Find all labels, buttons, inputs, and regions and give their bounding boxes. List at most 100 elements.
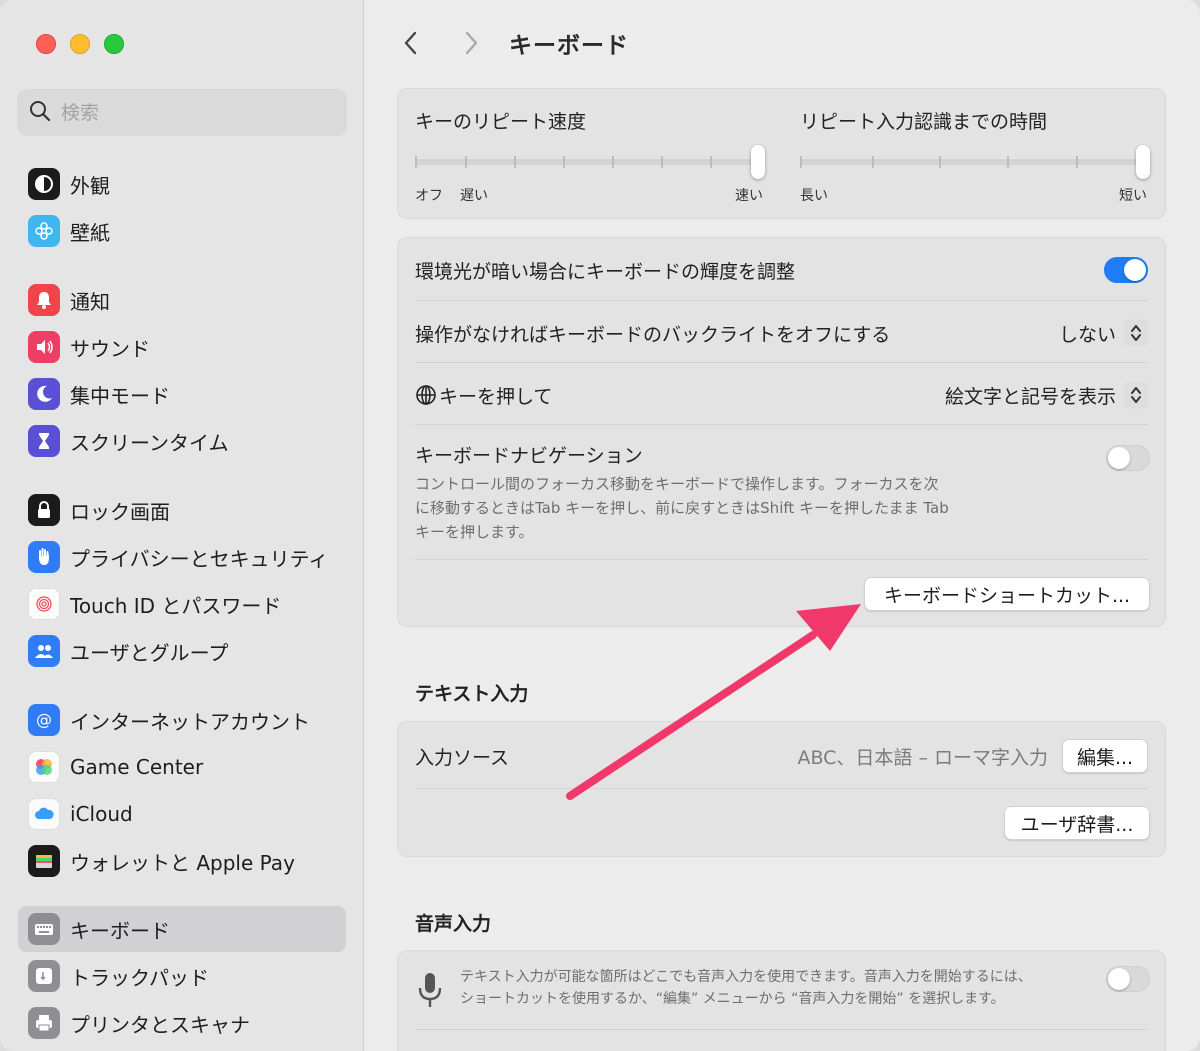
sidebar-item-printers[interactable]: プリンタとスキャナ: [18, 1000, 346, 1046]
slider-tick: [465, 156, 467, 168]
slider-tick: [1007, 156, 1009, 168]
slider-tick: [514, 156, 516, 168]
sidebar-item-trackpad[interactable]: トラックパッド: [18, 953, 346, 999]
globe-key-label: キーを押して: [439, 385, 553, 408]
globe-key-label-group: キーを押して: [415, 382, 552, 409]
keyboard-icon: [28, 913, 60, 945]
repeat-delay-slider[interactable]: [800, 145, 1150, 185]
sidebar-item-label: サウンド: [70, 336, 150, 361]
brightness-toggle[interactable]: [1104, 257, 1148, 283]
speaker-icon: [28, 331, 60, 363]
search-icon: [29, 100, 51, 126]
edit-input-sources-button[interactable]: 編集...: [1062, 739, 1148, 773]
speed-slow-label: 遅い: [460, 188, 488, 204]
chevron-up-down-icon: [1124, 381, 1148, 409]
keyboard-navigation-text: キーボードナビゲーション コントロール間のフォーカス移動をキーボードで操作します…: [415, 441, 1035, 544]
search-field[interactable]: [17, 89, 347, 136]
back-button[interactable]: [391, 23, 431, 63]
sidebar-item-label: 通知: [70, 289, 110, 314]
slider-tick: [563, 156, 565, 168]
text-input-section-title: テキスト入力: [415, 683, 529, 705]
slider-tick: [872, 156, 874, 168]
repeat-speed-label: キーのリピート速度: [415, 111, 587, 133]
input-sources-label: 入力ソース: [415, 746, 510, 769]
keyboard-shortcuts-button[interactable]: キーボードショートカット...: [864, 577, 1150, 611]
fingerprint-icon: [28, 588, 60, 620]
trackpad-icon: [28, 960, 60, 992]
slider-track: [800, 159, 1150, 165]
sidebar-item-label: スクリーンタイム: [70, 430, 229, 455]
sidebar-item-game-center[interactable]: Game Center: [18, 744, 346, 790]
sidebar-item-lock-screen[interactable]: ロック画面: [18, 487, 346, 533]
user-dictionary-button[interactable]: ユーザ辞書...: [1004, 806, 1150, 840]
chevron-up-down-icon: [1124, 319, 1148, 347]
backlight-popup[interactable]: しない: [1059, 319, 1148, 347]
keyboard-navigation-toggle[interactable]: [1106, 445, 1150, 471]
sidebar-item-screen-time[interactable]: スクリーンタイム: [18, 418, 346, 464]
slider-tick: [800, 156, 802, 168]
sidebar-item-internet-accounts[interactable]: @ インターネットアカウント: [18, 697, 346, 743]
search-input[interactable]: [61, 101, 321, 124]
sidebar-item-touch-id[interactable]: Touch ID とパスワード: [18, 581, 346, 627]
sidebar-item-appearance[interactable]: 外観: [18, 161, 346, 207]
backlight-value: しない: [1058, 323, 1116, 346]
globe-key-popup[interactable]: 絵文字と記号を表示: [945, 381, 1148, 409]
microphone-icon: [416, 971, 444, 1015]
sidebar-item-users[interactable]: ユーザとグループ: [18, 628, 346, 674]
sidebar-item-label: ユーザとグループ: [70, 640, 229, 665]
key-repeat-card: キーのリピート速度 リピート入力認識までの時間 オフ 遅い 速い 長い 短い: [397, 88, 1166, 219]
sidebar-item-focus[interactable]: 集中モード: [18, 371, 346, 417]
close-window-button[interactable]: [36, 34, 56, 54]
sidebar-item-label: 集中モード: [70, 383, 170, 408]
sidebar-item-label: Touch ID とパスワード: [70, 593, 282, 618]
backlight-label: 操作がなければキーボードのバックライトをオフにする: [415, 323, 891, 346]
moon-icon: [28, 378, 60, 410]
toggle-knob: [1108, 968, 1130, 990]
slider-tick: [710, 156, 712, 168]
sidebar-item-privacy[interactable]: プライバシーとセキュリティ: [18, 534, 346, 580]
dictation-toggle[interactable]: [1106, 966, 1150, 992]
sidebar-item-notifications[interactable]: 通知: [18, 277, 346, 323]
divider: [415, 362, 1148, 363]
slider-tick: [415, 156, 417, 168]
toolbar: キーボード: [365, 20, 1200, 66]
brightness-row: 環境光が暗い場合にキーボードの輝度を調整: [415, 255, 1148, 285]
sidebar-item-wallet[interactable]: ウォレットと Apple Pay: [18, 838, 346, 884]
dictation-section-title: 音声入力: [415, 913, 492, 935]
dictation-card: テキスト入力が可能な箇所はどこでも音声入力を使用できます。音声入力を開始するには…: [397, 950, 1166, 1051]
sidebar-item-keyboard[interactable]: キーボード: [18, 906, 346, 952]
divider: [415, 559, 1148, 560]
minimize-window-button[interactable]: [70, 34, 90, 54]
forward-button[interactable]: [451, 23, 491, 63]
slider-thumb[interactable]: [1136, 145, 1150, 179]
divider: [415, 1029, 1148, 1030]
text-input-card: 入力ソース ABC、日本語 – ローマ字入力 編集... ユーザ辞書...: [397, 721, 1166, 857]
slider-track: [415, 159, 765, 165]
divider: [415, 300, 1148, 301]
speed-min-label: オフ: [415, 188, 443, 204]
sidebar-item-icloud[interactable]: iCloud: [18, 791, 346, 837]
zoom-window-button[interactable]: [104, 34, 124, 54]
globe-icon: [416, 385, 436, 405]
chevron-left-icon: [404, 31, 417, 55]
window-controls: [36, 34, 124, 54]
input-sources-row: 入力ソース ABC、日本語 – ローマ字入力 編集...: [415, 738, 1148, 774]
repeat-delay-label: リピート入力認識までの時間: [800, 111, 1048, 133]
repeat-speed-slider[interactable]: [415, 145, 765, 185]
sidebar-item-label: 外観: [70, 173, 110, 198]
appearance-icon: [28, 168, 60, 200]
sidebar-item-label: Game Center: [70, 755, 204, 779]
keyboard-navigation-label: キーボードナビゲーション: [415, 445, 643, 467]
lock-icon: [28, 494, 60, 526]
slider-thumb[interactable]: [751, 145, 765, 179]
sidebar-item-wallpaper[interactable]: 壁紙: [18, 208, 346, 254]
sidebar-item-label: インターネットアカウント: [70, 709, 310, 734]
delay-max-label: 短い: [1119, 188, 1147, 204]
sidebar-item-sound[interactable]: サウンド: [18, 324, 346, 370]
sidebar: 外観 壁紙 通知 サウンド: [0, 0, 364, 1051]
speed-max-label: 速い: [735, 188, 763, 204]
dictation-desc-line: テキスト入力が可能な箇所はどこでも音声入力を使用できます。音声入力を開始するには…: [460, 969, 1032, 985]
at-sign-icon: @: [28, 704, 60, 736]
sidebar-item-label: キーボード: [70, 918, 170, 943]
game-center-icon: [28, 751, 60, 783]
